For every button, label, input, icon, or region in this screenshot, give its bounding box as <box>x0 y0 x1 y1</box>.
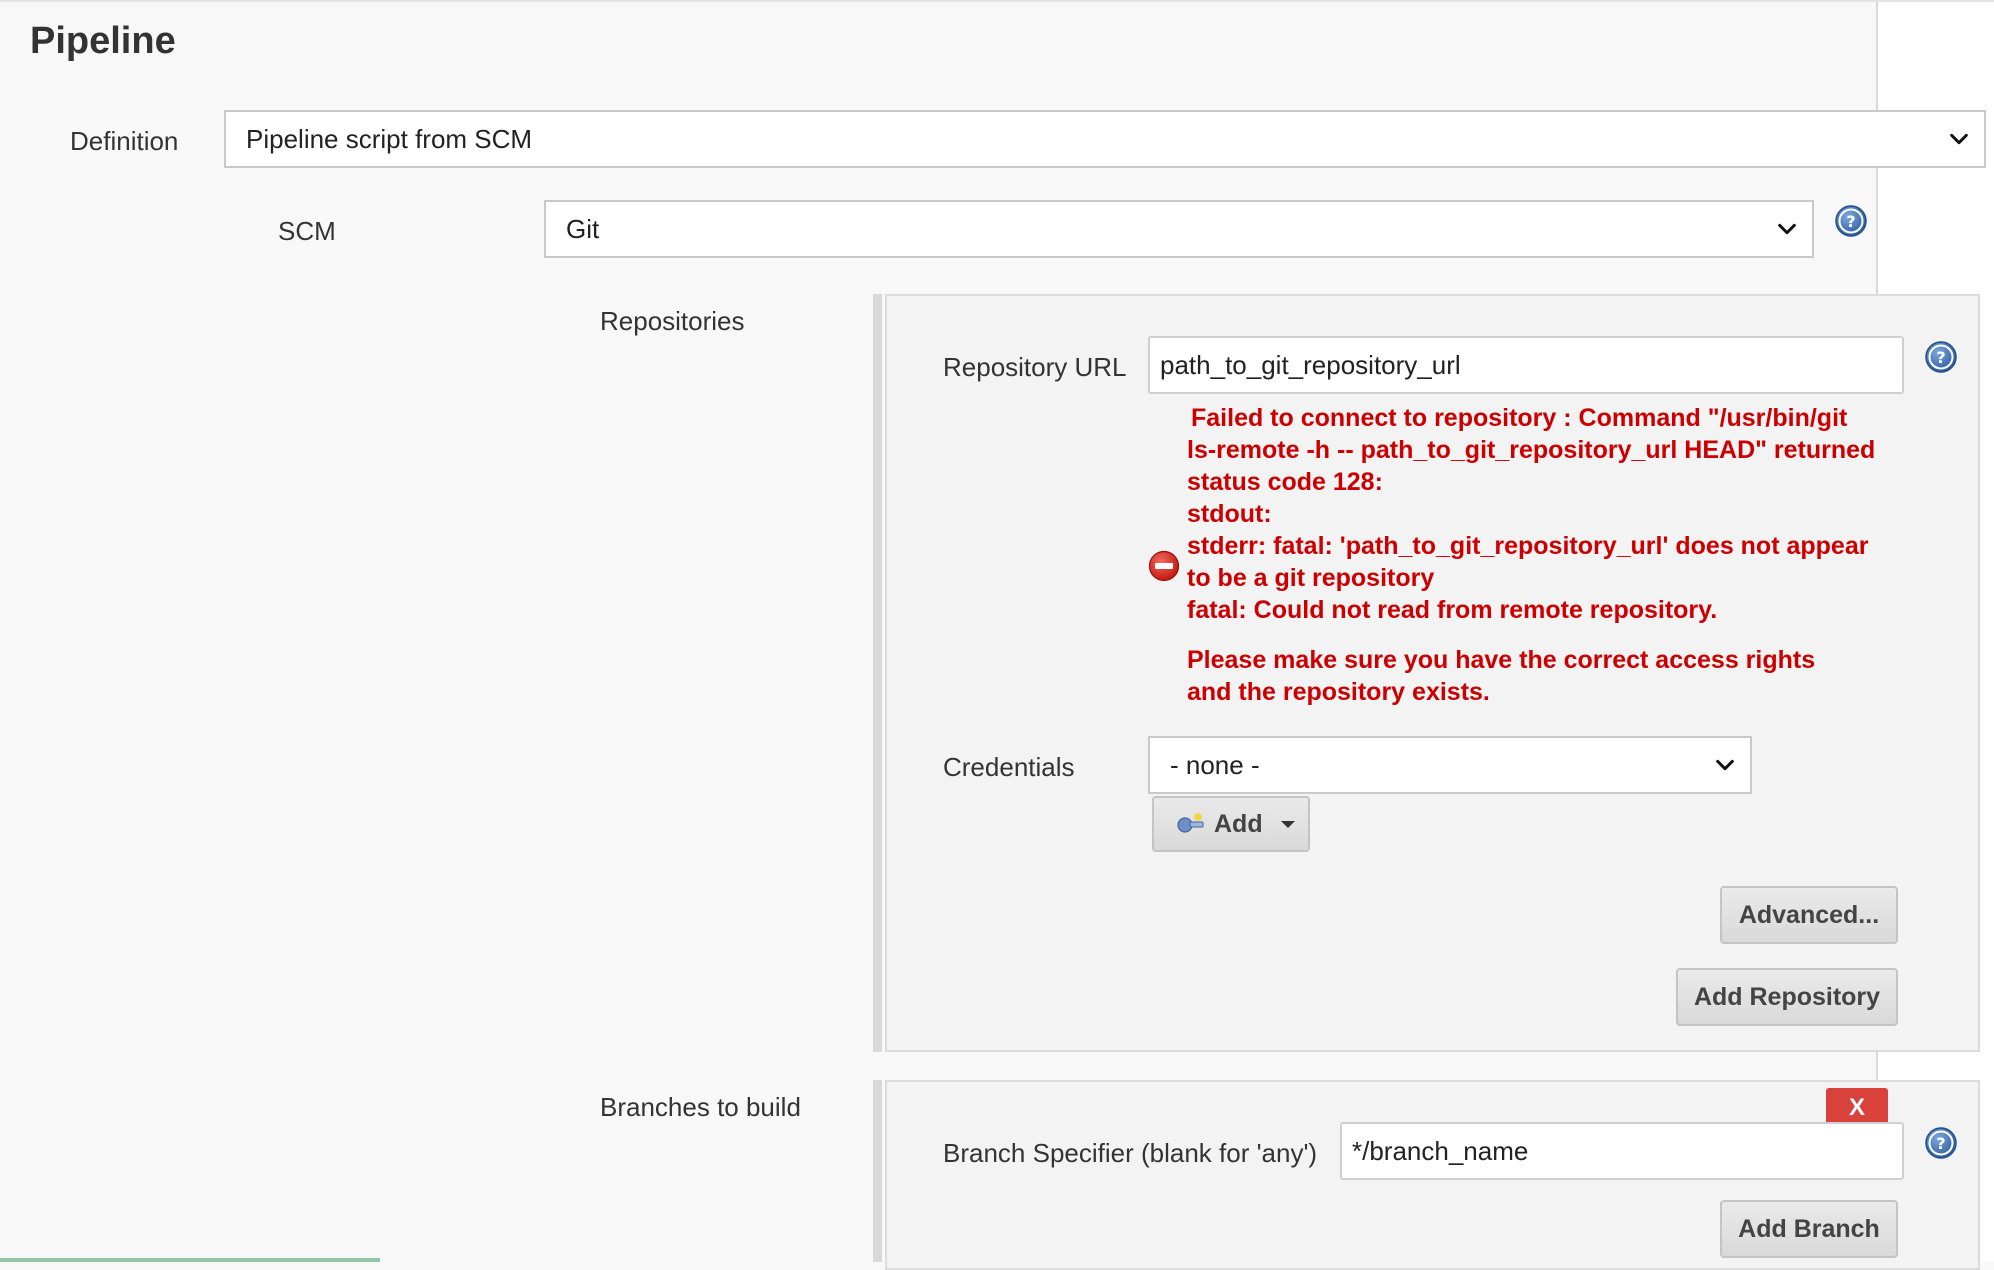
section-title: Pipeline <box>30 20 176 62</box>
chevron-down-icon <box>1950 133 1968 145</box>
error-line: and the repository exists. <box>1187 678 1490 706</box>
caret-down-icon <box>1280 821 1295 828</box>
scm-label: SCM <box>278 216 336 246</box>
repository-error-message: Failed to connect to repository : Comman… <box>1187 402 1907 708</box>
error-line: Please make sure you have the correct ac… <box>1187 646 1816 674</box>
add-credentials-button[interactable]: Add <box>1152 796 1310 852</box>
error-icon <box>1148 550 1180 582</box>
branch-specifier-label: Branch Specifier (blank for 'any') <box>943 1138 1318 1168</box>
error-line: fatal: Could not read from remote reposi… <box>1187 596 1718 624</box>
svg-text:?: ? <box>1936 348 1945 367</box>
key-icon <box>1177 813 1204 833</box>
error-line: to be a git repository <box>1187 564 1435 592</box>
help-icon[interactable]: ? <box>1924 340 1958 374</box>
repository-url-input[interactable]: path_to_git_repository_url <box>1148 336 1904 394</box>
repositories-label: Repositories <box>600 306 745 336</box>
chevron-down-icon <box>1716 759 1734 771</box>
help-icon[interactable]: ? <box>1924 1126 1958 1160</box>
svg-text:?: ? <box>1936 1134 1945 1153</box>
chevron-down-icon <box>1778 223 1796 235</box>
error-line: status code 128: <box>1187 468 1383 496</box>
advanced-button[interactable]: Advanced... <box>1720 886 1898 944</box>
bottom-divider <box>0 1258 380 1262</box>
branches-label: Branches to build <box>600 1092 801 1122</box>
error-line: Failed to connect to repository : Comman… <box>1191 404 1848 432</box>
add-branch-button[interactable]: Add Branch <box>1720 1200 1898 1258</box>
credentials-label: Credentials <box>943 752 1075 782</box>
credentials-select[interactable]: - none - <box>1148 736 1752 794</box>
definition-select[interactable]: Pipeline script from SCM <box>224 110 1986 168</box>
add-credentials-label: Add <box>1214 809 1263 838</box>
repositories-panel-bar <box>873 294 882 1052</box>
branch-specifier-input[interactable]: */branch_name <box>1340 1122 1904 1180</box>
scm-select[interactable]: Git <box>544 200 1814 258</box>
branches-panel-bar <box>873 1080 882 1262</box>
help-icon[interactable]: ? <box>1834 204 1868 238</box>
page: Pipeline Definition Pipeline script from… <box>0 0 1994 1270</box>
error-line: stderr: fatal: 'path_to_git_repository_u… <box>1187 532 1869 560</box>
repository-url-label: Repository URL <box>943 352 1127 382</box>
error-line: ls-remote -h -- path_to_git_repository_u… <box>1187 436 1876 464</box>
svg-text:?: ? <box>1846 212 1855 231</box>
credentials-select-value: - none - <box>1170 749 1260 780</box>
scm-select-value: Git <box>566 213 600 244</box>
definition-label: Definition <box>70 126 179 156</box>
error-line: stdout: <box>1187 500 1272 528</box>
definition-select-value: Pipeline script from SCM <box>246 123 533 154</box>
add-repository-button[interactable]: Add Repository <box>1676 968 1898 1026</box>
